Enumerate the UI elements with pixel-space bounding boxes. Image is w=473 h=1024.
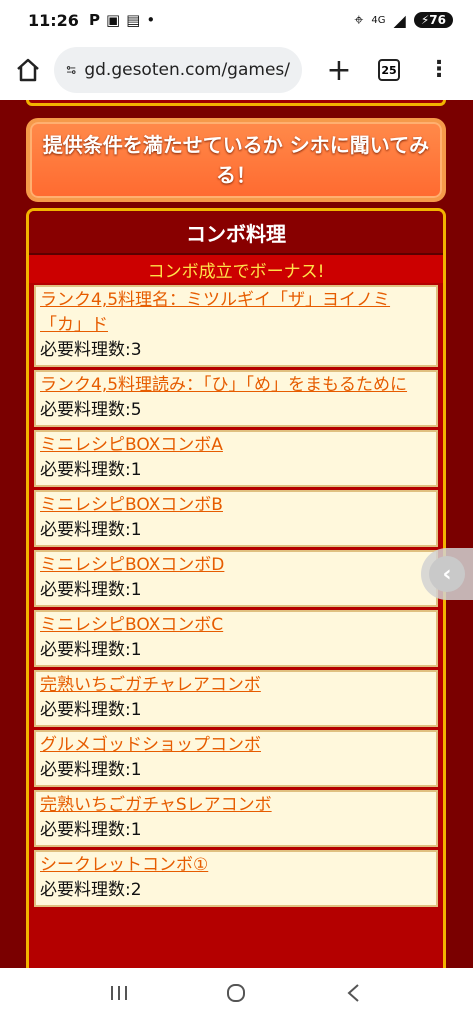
combo-requirement: 必要料理数:1 (40, 700, 142, 720)
list-item: ミニレシピBOXコンボA 必要料理数:1 (34, 430, 438, 487)
parking-icon: P (88, 11, 100, 29)
list-item: ランク4,5料理読み：「ひ」「め」をまもるために 必要料理数:5 (34, 370, 438, 427)
address-bar[interactable]: gd.gesoten.com/games/ (54, 47, 302, 93)
list-item: ランク4,5料理名：ミツルギイ「ザ」ヨイノミ「カ」ド 必要料理数:3 (34, 285, 438, 367)
home-circle-icon (227, 984, 246, 1002)
combo-link[interactable]: ミニレシピBOXコンボC (40, 613, 432, 638)
location-icon: ⌖ (354, 10, 364, 29)
list-item: ミニレシピBOXコンボC 必要料理数:1 (34, 610, 438, 667)
battery-level: 76 (429, 13, 446, 27)
new-tab-button[interactable]: + (324, 53, 354, 88)
combo-link[interactable]: グルメゴッドショップコンボ (40, 733, 432, 758)
combo-link[interactable]: ミニレシピBOXコンボB (40, 493, 432, 518)
combo-link[interactable]: ミニレシピBOXコンボA (40, 433, 432, 458)
home-button[interactable] (12, 54, 44, 86)
status-bar: 11:26 P ▣ ▤ • ⌖ 4G ◢ ⚡76 (0, 0, 473, 40)
combo-panel: コンボ料理 コンボ成立でボーナス! ランク4,5料理名：ミツルギイ「ザ」ヨイノミ… (26, 208, 446, 968)
chevron-left-icon: ‹ (429, 556, 465, 592)
network-label: 4G (371, 14, 386, 26)
home-nav-button[interactable] (225, 982, 247, 1010)
signal-icon: ◢ (393, 10, 406, 30)
browser-menu-button[interactable]: ⋮ (428, 59, 450, 81)
previous-panel-edge (26, 100, 446, 106)
combo-requirement: 必要料理数:1 (40, 580, 142, 600)
combo-link[interactable]: ミニレシピBOXコンボD (40, 553, 432, 578)
clipboard-icon: ▤ (126, 11, 141, 29)
combo-requirement: 必要料理数:5 (40, 400, 142, 420)
combo-link[interactable]: 完熟いちごガチャSレアコンボ (40, 793, 432, 818)
browser-toolbar: gd.gesoten.com/games/ + 25 ⋮ (0, 40, 473, 100)
screenshot-icon: ▣ (105, 11, 121, 29)
system-nav-bar (0, 968, 473, 1024)
dot-icon: • (146, 11, 156, 29)
site-settings-icon[interactable] (66, 60, 76, 80)
list-item: ミニレシピBOXコンボB 必要料理数:1 (34, 490, 438, 547)
status-time: 11:26 (28, 10, 79, 30)
combo-requirement: 必要料理数:1 (40, 520, 142, 540)
battery-indicator: ⚡76 (413, 12, 453, 28)
combo-requirement: 必要料理数:2 (40, 880, 142, 900)
combo-list: ランク4,5料理名：ミツルギイ「ザ」ヨイノミ「カ」ド 必要料理数:3 ランク4,… (29, 283, 443, 907)
combo-panel-subtitle: コンボ成立でボーナス! (29, 255, 443, 283)
system-icons: ⌖ 4G ◢ ⚡76 (354, 10, 453, 30)
home-icon (17, 58, 39, 82)
page-content: 提供条件を満たせているか シホに聞いてみる！ コンボ料理 コンボ成立でボーナス!… (0, 100, 473, 968)
combo-requirement: 必要料理数:1 (40, 460, 142, 480)
tab-switcher-button[interactable]: 25 (378, 59, 400, 81)
ask-shiho-button[interactable]: 提供条件を満たせているか シホに聞いてみる！ (26, 118, 446, 202)
combo-link[interactable]: ランク4,5料理読み：「ひ」「め」をまもるために (40, 373, 432, 398)
url-text: gd.gesoten.com/games/ (84, 60, 290, 80)
edge-panel-handle[interactable]: ‹ (421, 548, 473, 600)
recent-apps-button[interactable] (108, 983, 130, 1009)
combo-requirement: 必要料理数:1 (40, 760, 142, 780)
list-item: 完熟いちごガチャSレアコンボ 必要料理数:1 (34, 790, 438, 847)
notification-icons: P ▣ ▤ • (89, 11, 155, 29)
list-item: 完熟いちごガチャレアコンボ 必要料理数:1 (34, 670, 438, 727)
combo-link[interactable]: ランク4,5料理名：ミツルギイ「ザ」ヨイノミ「カ」ド (40, 288, 432, 338)
combo-link[interactable]: シークレットコンボ① (40, 853, 432, 878)
combo-requirement: 必要料理数:1 (40, 820, 142, 840)
back-button[interactable] (343, 982, 365, 1010)
back-icon (347, 984, 359, 1002)
list-item: ミニレシピBOXコンボD 必要料理数:1 (34, 550, 438, 607)
combo-requirement: 必要料理数:3 (40, 340, 142, 360)
list-item: グルメゴッドショップコンボ 必要料理数:1 (34, 730, 438, 787)
combo-link[interactable]: 完熟いちごガチャレアコンボ (40, 673, 432, 698)
recent-apps-icon (110, 986, 127, 1000)
list-item: シークレットコンボ① 必要料理数:2 (34, 850, 438, 907)
combo-panel-title: コンボ料理 (29, 211, 443, 255)
combo-requirement: 必要料理数:1 (40, 640, 142, 660)
